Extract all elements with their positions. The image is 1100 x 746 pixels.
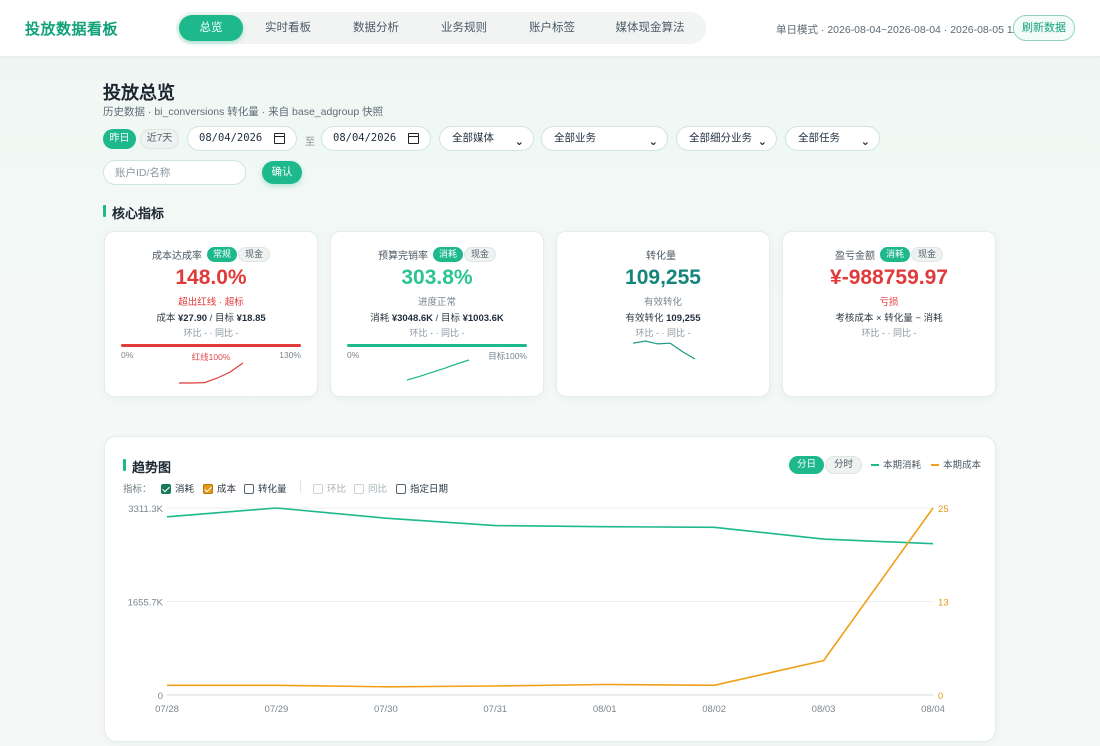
x-tick-label: 07/29 bbox=[265, 704, 289, 715]
top-bar: 投放数据看板 总览 实时看板 数据分析 业务规则 账户标签 媒体现金算法 单日模… bbox=[0, 0, 1100, 57]
sparkline-path bbox=[179, 362, 244, 384]
y-right-tick-label: 25 bbox=[938, 504, 949, 515]
business-select-value: 全部业务 bbox=[554, 132, 596, 144]
chevron-down-icon: ⌄ bbox=[648, 136, 658, 148]
media-select[interactable]: 全部媒体 ⌄ bbox=[439, 126, 534, 151]
y-right-tick-label: 0 bbox=[938, 691, 943, 702]
chevron-down-icon: ⌄ bbox=[514, 136, 524, 148]
kpi-mode-chip-spend[interactable]: 消耗 bbox=[879, 247, 910, 262]
kpi-value: ¥-988759.97 bbox=[830, 266, 948, 289]
date-from-input[interactable]: 08/04/2026 bbox=[187, 126, 297, 151]
kpi-card-budget-rate: 预算完销率 消耗 现金 303.8% 进度正常 消耗 ¥3048.6K / 目标 ¥… bbox=[330, 231, 544, 397]
sub-business-select[interactable]: 全部细分业务 ⌄ bbox=[676, 126, 777, 151]
y-right-tick-label: 13 bbox=[938, 598, 949, 609]
date-from-value: 08/04/2026 bbox=[199, 132, 263, 144]
kpi-card-header: 盈亏金额 消耗 现金 bbox=[783, 247, 995, 263]
sub-business-select-value: 全部细分业务 bbox=[689, 132, 752, 144]
nav-tab-account-tags[interactable]: 账户标签 bbox=[515, 15, 589, 41]
page-title: 投放总览 bbox=[103, 83, 175, 103]
mode-status-text: 单日模式 · 2026-08-04~2026-08-04 · 2026-08-0… bbox=[776, 24, 1033, 36]
kpi-status: 亏损 bbox=[879, 297, 899, 308]
x-tick-label: 07/28 bbox=[155, 704, 179, 715]
calendar-icon[interactable] bbox=[408, 133, 419, 144]
chevron-down-icon: ⌄ bbox=[757, 136, 767, 148]
trend-panel: 趋势图 分日 分时 本期消耗 本期成本 指标： 消耗 成本 转化量 环比 同比 … bbox=[104, 436, 996, 742]
kpi-compare: 环比 - · 同比 - bbox=[861, 328, 917, 338]
confirm-button[interactable]: 确认 bbox=[262, 161, 302, 184]
refresh-data-button[interactable]: 刷新数据 bbox=[1013, 15, 1075, 41]
quick-filter-yesterday[interactable]: 昨日 bbox=[103, 129, 136, 149]
kpi-detail-formula: 考核成本 × 转化量 − 消耗 bbox=[835, 313, 943, 324]
trend-chart[interactable]: 3311.3K 1655.7K 0 25 13 0 07/28 07/29 07/30 07/31… bbox=[105, 437, 997, 743]
kpi-sparkline bbox=[179, 362, 244, 384]
sparkline-path bbox=[406, 359, 470, 381]
kpi-section-title: 核心指标 bbox=[103, 203, 164, 222]
kpi-label: 盈亏金额 bbox=[834, 251, 875, 262]
calendar-icon[interactable] bbox=[274, 133, 285, 144]
task-select[interactable]: 全部任务 ⌄ bbox=[785, 126, 880, 151]
nav-tab-rules[interactable]: 业务规则 bbox=[427, 15, 501, 41]
nav-tab-overview[interactable]: 总览 bbox=[179, 15, 243, 41]
brand-title: 投放数据看板 bbox=[25, 21, 119, 38]
business-select[interactable]: 全部业务 ⌄ bbox=[541, 126, 668, 151]
kpi-card-profit-loss: 盈亏金额 消耗 现金 ¥-988759.97 亏损 考核成本 × 转化量 − 消耗 … bbox=[782, 231, 996, 397]
account-search-input[interactable] bbox=[103, 160, 246, 185]
series-line bbox=[166, 507, 934, 545]
page-subtitle: 历史数据 · bi_conversions 转化量 · 来自 base_adgr… bbox=[103, 106, 384, 118]
date-to-input[interactable]: 08/04/2026 bbox=[321, 126, 431, 151]
media-select-value: 全部媒体 bbox=[452, 132, 494, 144]
x-tick-label: 07/31 bbox=[483, 704, 507, 715]
series-line bbox=[167, 507, 934, 688]
kpi-mode-chip-cash[interactable]: 现金 bbox=[911, 247, 944, 262]
y-left-tick-label: 3311.3K bbox=[128, 504, 163, 515]
y-left-tick-label: 0 bbox=[158, 691, 163, 702]
y-left-tick-label: 1655.7K bbox=[128, 598, 164, 609]
nav-tab-realtime[interactable]: 实时看板 bbox=[251, 15, 325, 41]
kpi-card-conversions: 转化量 109,255 有效转化 有效转化 109,255 环比 - · 同比 … bbox=[556, 231, 770, 397]
nav-tab-analysis[interactable]: 数据分析 bbox=[339, 15, 413, 41]
date-range-separator: 至 bbox=[305, 137, 315, 148]
kpi-card-cost-rate: 成本达成率 常规 现金 148.0% 超出红线 · 超标 成本 ¥27.90 / 目… bbox=[104, 231, 318, 397]
quick-filter-7days[interactable]: 近7天 bbox=[140, 129, 179, 149]
x-tick-label: 07/30 bbox=[374, 704, 398, 715]
x-tick-label: 08/03 bbox=[812, 704, 836, 715]
kpi-detail: 考核成本 × 转化量 − 消耗 bbox=[783, 310, 995, 324]
kpi-sparkline bbox=[632, 340, 696, 360]
x-tick-label: 08/02 bbox=[702, 704, 726, 715]
x-tick-label: 08/04 bbox=[921, 704, 945, 715]
nav-tab-cash-algorithm[interactable]: 媒体现金算法 bbox=[605, 15, 695, 41]
task-select-value: 全部任务 bbox=[798, 132, 840, 144]
kpi-sparkline bbox=[406, 359, 470, 381]
chevron-down-icon: ⌄ bbox=[860, 136, 870, 148]
x-tick-label: 08/01 bbox=[593, 704, 617, 715]
main-nav: 总览 实时看板 数据分析 业务规则 账户标签 媒体现金算法 bbox=[176, 12, 706, 44]
date-to-value: 08/04/2026 bbox=[333, 132, 397, 144]
sparkline-path bbox=[632, 340, 696, 360]
